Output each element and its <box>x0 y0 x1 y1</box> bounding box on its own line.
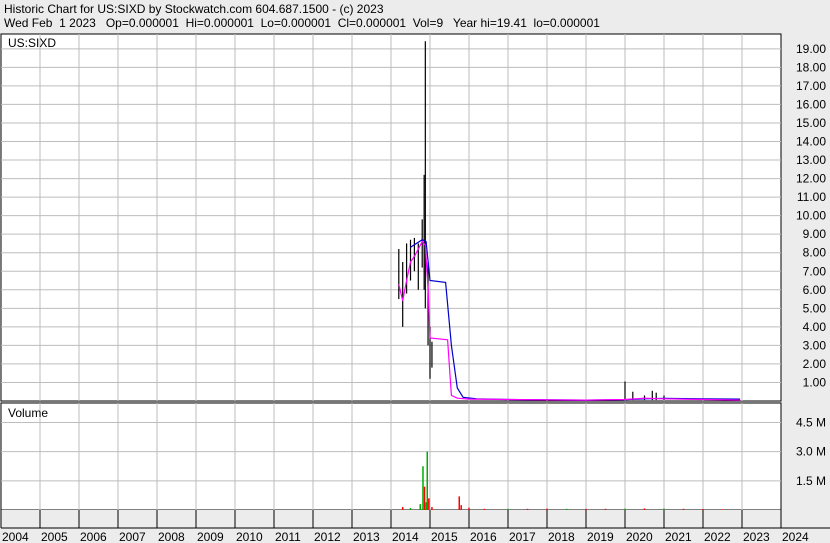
volume-y-tick-label: 1.5 M <box>796 474 826 488</box>
price-y-tick-label: 5.00 <box>803 301 827 315</box>
volume-y-axis: 1.5 M 3.0 M 4.5 M <box>796 415 826 487</box>
x-tick-label: 2016 <box>470 530 497 543</box>
price-y-tick-label: 18.00 <box>796 60 826 74</box>
x-tick-label: 2011 <box>275 530 301 543</box>
price-y-tick-label: 14.00 <box>796 135 826 149</box>
volume-label: Volume <box>8 406 48 420</box>
x-tick-label: 2010 <box>236 530 263 543</box>
price-y-tick-label: 15.00 <box>796 116 826 130</box>
price-y-tick-label: 1.00 <box>803 375 827 389</box>
x-tick-label: 2009 <box>197 530 224 543</box>
x-tick-label: 2022 <box>704 530 731 543</box>
price-y-tick-label: 17.00 <box>796 79 826 93</box>
price-y-axis: 1.00 2.00 3.00 4.00 5.00 6.00 7.00 8.00 9.00 10.0… <box>796 42 826 390</box>
x-tick-label: 2023 <box>743 530 770 543</box>
volume-y-tick-label: 4.5 M <box>796 415 826 429</box>
volume-y-tick-label: 3.0 M <box>796 445 826 459</box>
price-y-tick-label: 6.00 <box>803 283 827 297</box>
ticker-label: US:SIXD <box>8 36 56 50</box>
x-tick-label: 2008 <box>158 530 185 543</box>
price-y-tick-label: 3.00 <box>803 338 827 352</box>
x-tick-label: 2012 <box>314 530 341 543</box>
x-tick-label: 2024 <box>782 530 809 543</box>
price-y-tick-label: 10.00 <box>796 209 826 223</box>
price-y-tick-label: 11.00 <box>797 190 826 204</box>
stock-chart: 1.00 2.00 3.00 4.00 5.00 6.00 7.00 8.00 9.00 10.0… <box>0 33 830 543</box>
x-tick-label: 2004 <box>2 530 29 543</box>
price-y-tick-label: 9.00 <box>803 227 827 241</box>
x-tick-label: 2014 <box>392 530 419 543</box>
x-tick-label: 2017 <box>509 530 536 543</box>
x-tick-label: 2013 <box>353 530 380 543</box>
price-y-tick-label: 12.00 <box>796 172 826 186</box>
price-y-tick-label: 4.00 <box>803 320 827 334</box>
x-tick-label: 2020 <box>626 530 653 543</box>
x-tick-label: 2006 <box>80 530 107 543</box>
x-tick-label: 2015 <box>431 530 458 543</box>
price-y-tick-label: 2.00 <box>803 357 827 371</box>
price-grid <box>1 34 781 401</box>
volume-grid <box>1 403 781 510</box>
price-y-tick-label: 8.00 <box>803 246 827 260</box>
price-y-tick-label: 7.00 <box>803 264 827 278</box>
x-tick-label: 2007 <box>119 530 146 543</box>
price-y-tick-label: 16.00 <box>796 97 826 111</box>
price-y-tick-label: 13.00 <box>796 153 826 167</box>
x-tick-label: 2021 <box>665 530 692 543</box>
x-tick-label: 2005 <box>41 530 68 543</box>
x-tick-label: 2019 <box>587 530 614 543</box>
x-tick-label: 2018 <box>548 530 575 543</box>
price-y-tick-label: 19.00 <box>796 42 826 56</box>
